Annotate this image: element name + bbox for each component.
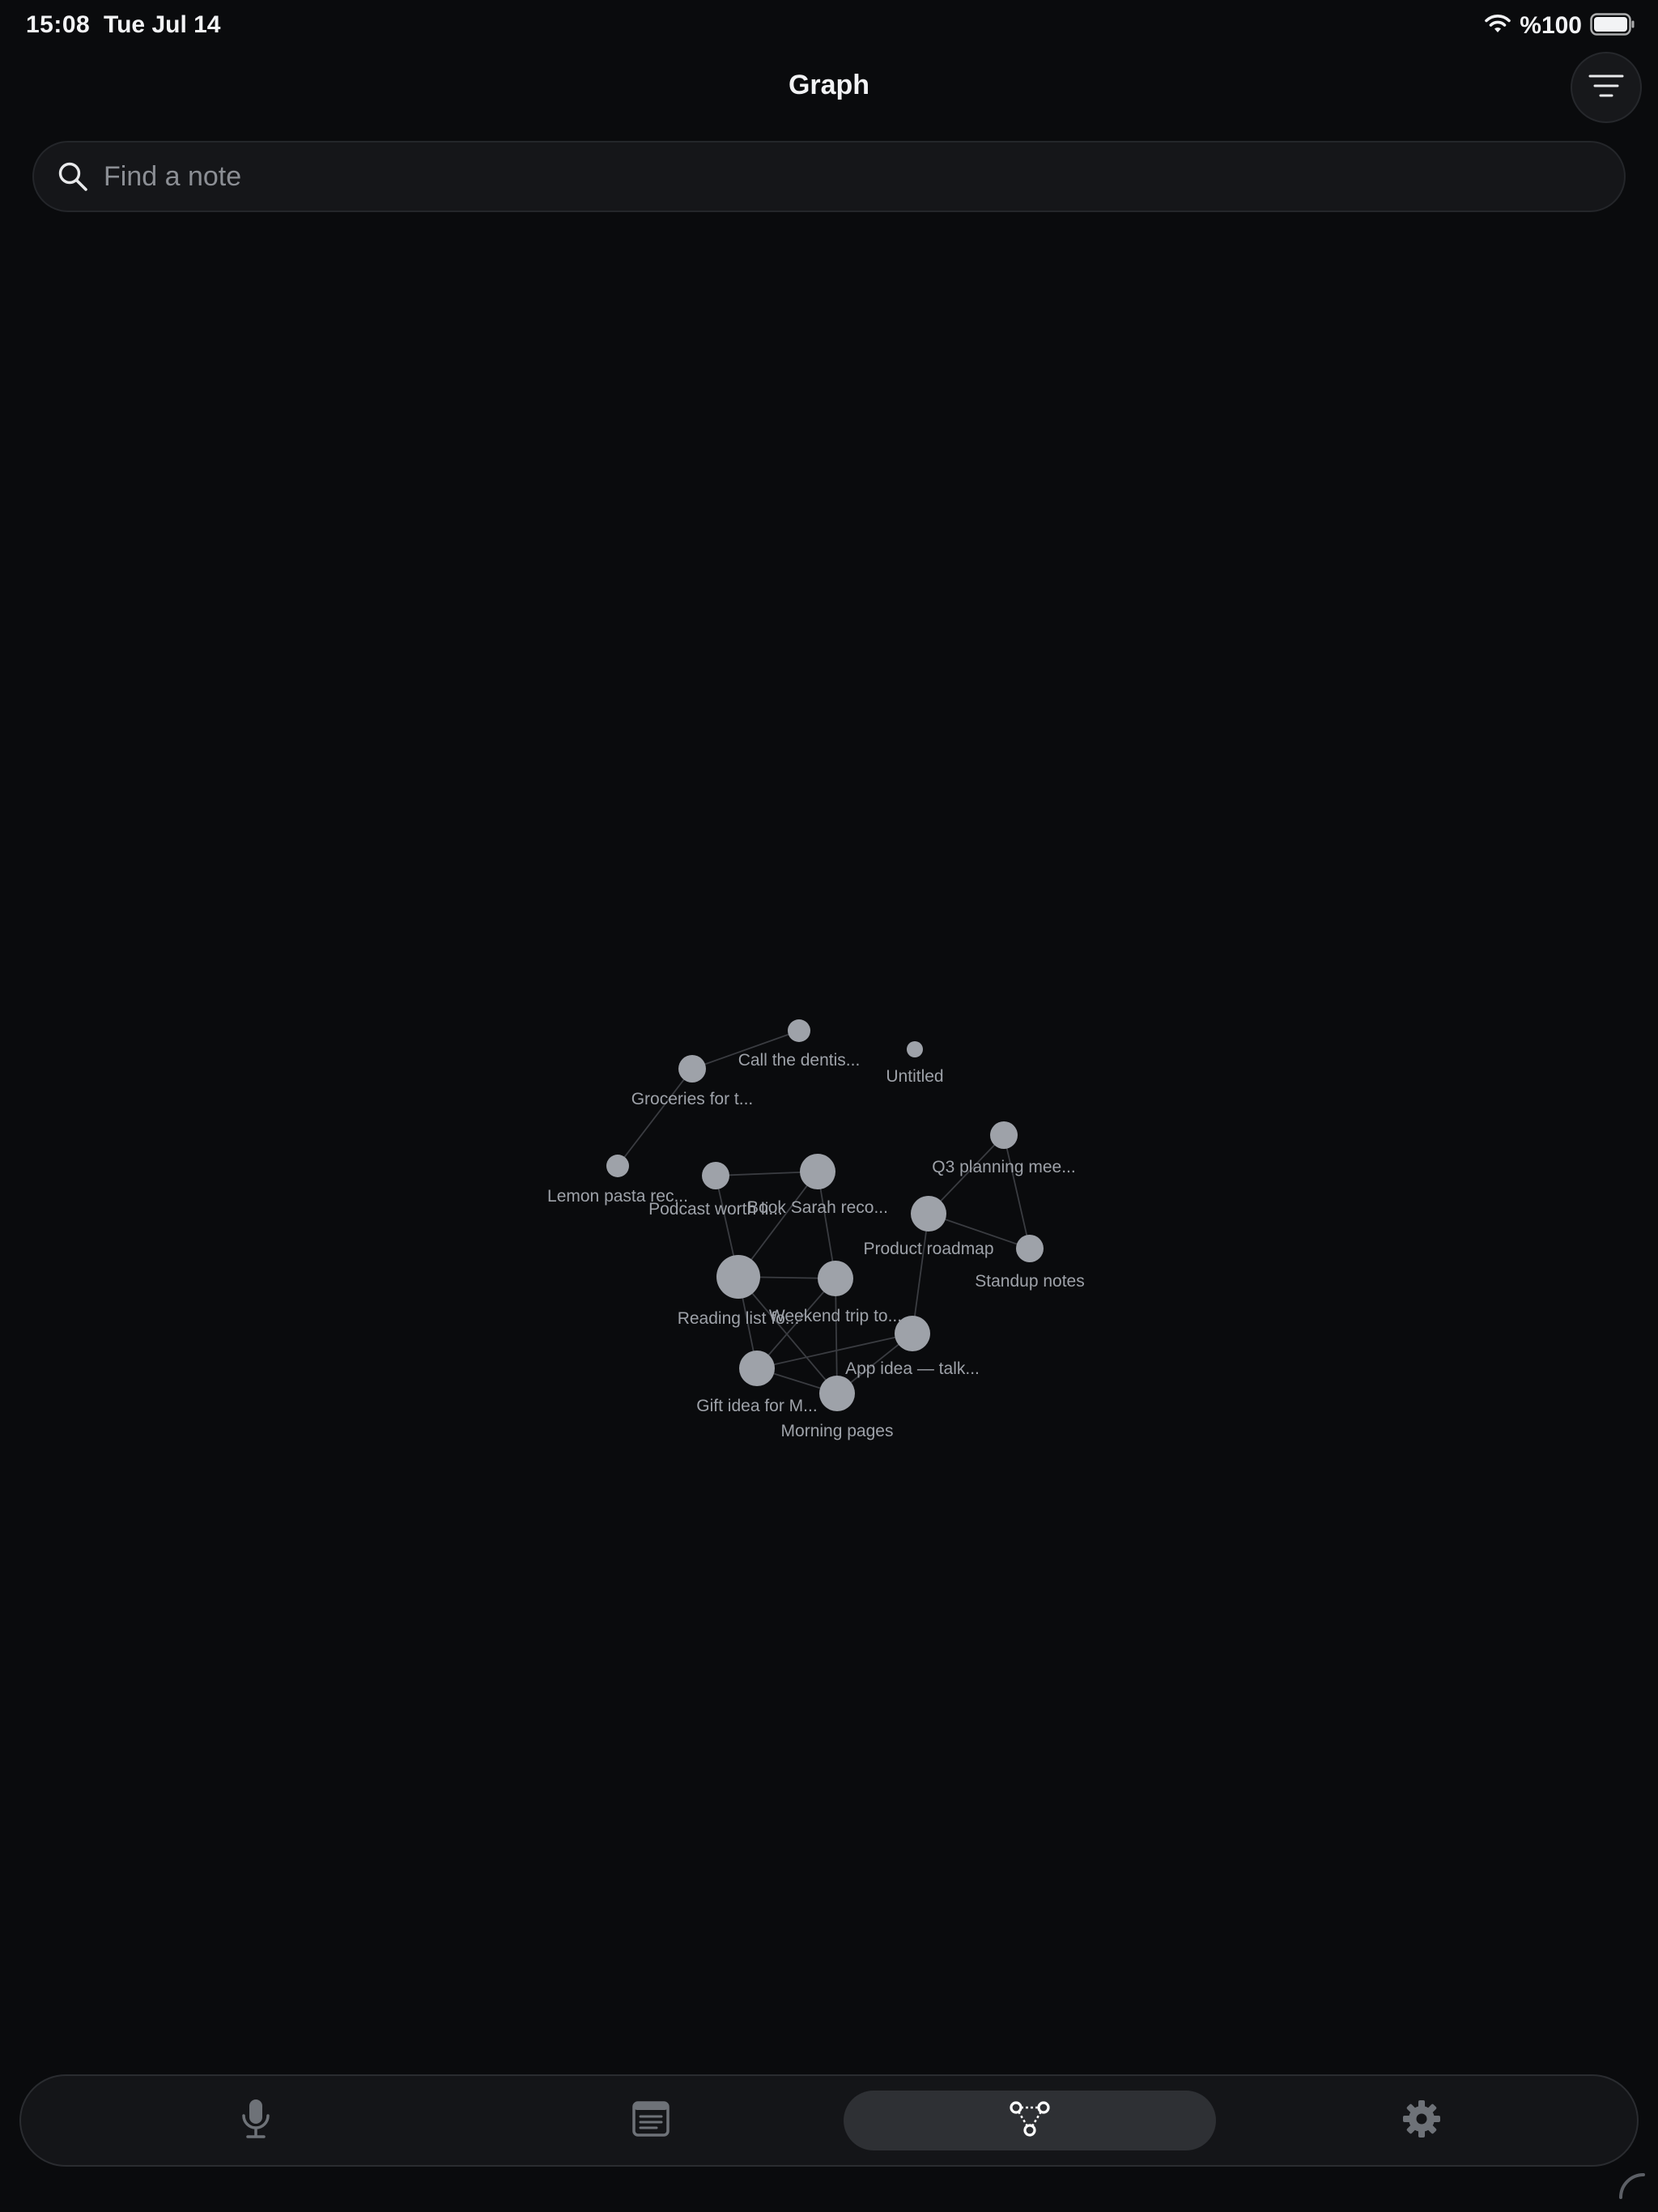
graph-node-product-roadmap[interactable] xyxy=(911,1196,946,1231)
graph-node-label: Weekend trip to... xyxy=(769,1307,902,1325)
battery-icon xyxy=(1590,12,1635,40)
graph-node-label: Gift idea for M... xyxy=(696,1397,817,1415)
tab-record[interactable] xyxy=(70,2091,442,2150)
graph-node-morning-pages[interactable] xyxy=(819,1376,855,1411)
search-icon xyxy=(55,159,91,194)
page-title: Graph xyxy=(788,70,870,100)
graph-edge xyxy=(912,1213,929,1334)
tab-bar xyxy=(19,2074,1639,2167)
graph-node-reading-list[interactable] xyxy=(716,1255,760,1299)
gear-icon xyxy=(1402,2099,1441,2142)
graph-node-gift-idea[interactable] xyxy=(739,1351,775,1386)
graph-screen: 15:08 Tue Jul 14 %100 Graph Find a note … xyxy=(0,0,1658,2212)
status-bar: 15:08 Tue Jul 14 %100 xyxy=(0,0,1658,52)
filter-button[interactable] xyxy=(1571,52,1642,123)
graph-node-book-sarah[interactable] xyxy=(800,1154,835,1189)
search-input[interactable] xyxy=(102,160,1624,194)
graph-node-label: Q3 planning mee... xyxy=(932,1158,1075,1176)
graph-node-call-dentist[interactable] xyxy=(788,1019,810,1042)
graph-node-label: App idea — talk... xyxy=(845,1359,980,1378)
graph-edge xyxy=(617,1068,693,1167)
microphone-icon xyxy=(240,2098,272,2144)
graph-node-label: Product roadmap xyxy=(863,1240,993,1258)
graph-node-label: Book Sarah reco... xyxy=(747,1198,888,1217)
status-time: 15:08 xyxy=(26,11,91,38)
battery-percentage: %100 xyxy=(1520,12,1582,39)
graph-node-q3-planning[interactable] xyxy=(990,1121,1018,1149)
status-indicators: %100 xyxy=(1484,11,1635,40)
notes-list-icon xyxy=(632,2100,670,2141)
search-bar[interactable] xyxy=(32,141,1626,212)
graph-canvas[interactable]: Call the dentis... Groceries for t... Unti… xyxy=(0,235,1658,2057)
note-graph[interactable]: Call the dentis... Groceries for t... Unti… xyxy=(0,235,1658,2057)
tab-notes[interactable] xyxy=(465,2091,837,2150)
graph-node-label: Untitled xyxy=(886,1067,943,1086)
wifi-icon xyxy=(1484,13,1511,40)
graph-node-lemon-pasta[interactable] xyxy=(606,1155,629,1177)
tab-graph[interactable] xyxy=(844,2091,1216,2150)
graph-node-label: Standup notes xyxy=(975,1272,1084,1291)
graph-node-label: Morning pages xyxy=(781,1422,894,1440)
graph-edge xyxy=(1003,1134,1031,1249)
corner-handle-icon xyxy=(1618,2172,1645,2199)
status-date: Tue Jul 14 xyxy=(104,11,221,38)
graph-node-label: Call the dentis... xyxy=(738,1051,861,1070)
graph-node-label: Groceries for t... xyxy=(631,1090,754,1108)
tab-settings[interactable] xyxy=(1235,2091,1608,2150)
graph-icon xyxy=(1009,2100,1051,2142)
graph-node-podcast[interactable] xyxy=(702,1162,729,1189)
graph-node-untitled[interactable] xyxy=(907,1041,923,1057)
graph-node-groceries[interactable] xyxy=(678,1055,706,1083)
filter-icon xyxy=(1588,73,1624,103)
graph-node-weekend-trip[interactable] xyxy=(818,1261,853,1296)
graph-node-standup[interactable] xyxy=(1016,1235,1044,1262)
graph-labels: Call the dentis... Groceries for t... Unti… xyxy=(547,1051,1085,1440)
